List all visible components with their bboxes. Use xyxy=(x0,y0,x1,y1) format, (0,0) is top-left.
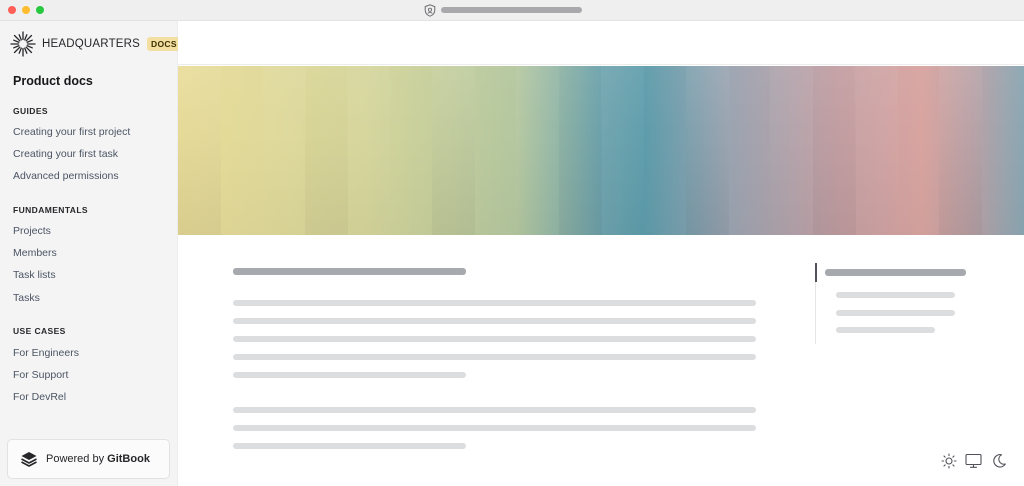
text-line-placeholder xyxy=(233,300,756,306)
close-window-button[interactable] xyxy=(8,6,16,14)
toc-heading-placeholder[interactable] xyxy=(825,269,966,276)
section-heading-fundamentals: FUNDAMENTALS xyxy=(13,205,88,215)
nav-item-advanced-permissions[interactable]: Advanced permissions xyxy=(13,170,119,182)
nav-item-for-engineers[interactable]: For Engineers xyxy=(13,347,79,359)
toc-divider xyxy=(815,282,816,344)
brand-name: HEADQUARTERS xyxy=(42,38,141,50)
toc-item-placeholder[interactable] xyxy=(836,310,955,316)
nav-item-tasks[interactable]: Tasks xyxy=(13,292,40,304)
toc-item-placeholder[interactable] xyxy=(836,292,955,298)
brand[interactable]: HEADQUARTERS DOCS xyxy=(10,31,181,57)
text-line-placeholder xyxy=(233,318,756,324)
nav-item-for-devrel[interactable]: For DevRel xyxy=(13,391,66,403)
text-line-placeholder xyxy=(233,354,756,360)
toc-active-indicator xyxy=(815,263,817,282)
text-line-placeholder xyxy=(233,443,466,449)
page-header xyxy=(178,21,1024,65)
minimize-window-button[interactable] xyxy=(22,6,30,14)
cover-image xyxy=(178,66,1024,235)
text-line-placeholder xyxy=(233,425,756,431)
sun-icon xyxy=(940,452,957,469)
system-theme-button[interactable] xyxy=(965,452,982,469)
powered-by-gitbook-button[interactable]: Powered by GitBook xyxy=(7,439,170,479)
nav-item-projects[interactable]: Projects xyxy=(13,225,51,237)
monitor-icon xyxy=(965,453,982,468)
light-theme-button[interactable] xyxy=(940,452,957,469)
address-bar[interactable] xyxy=(441,7,582,13)
maximize-window-button[interactable] xyxy=(36,6,44,14)
gitbook-icon xyxy=(21,452,37,467)
nav-item-creating-first-project[interactable]: Creating your first project xyxy=(13,126,130,138)
window-titlebar xyxy=(0,0,1024,21)
nav-item-for-support[interactable]: For Support xyxy=(13,369,68,381)
toc-item-placeholder[interactable] xyxy=(836,327,935,333)
dark-theme-button[interactable] xyxy=(990,452,1007,469)
nav-item-members[interactable]: Members xyxy=(13,247,57,259)
section-heading-use-cases: USE CASES xyxy=(13,326,66,336)
text-line-placeholder xyxy=(233,336,756,342)
text-line-placeholder xyxy=(233,372,466,378)
page-title-placeholder xyxy=(233,268,466,275)
space-title: Product docs xyxy=(13,74,93,88)
shield-icon xyxy=(424,4,436,17)
theme-toggle xyxy=(940,452,1007,469)
gitbook-label: GitBook xyxy=(107,453,150,465)
nav-item-creating-first-task[interactable]: Creating your first task xyxy=(13,148,118,160)
nav-item-task-lists[interactable]: Task lists xyxy=(13,269,56,281)
text-line-placeholder xyxy=(233,407,756,413)
docs-badge: DOCS xyxy=(147,37,181,51)
sunburst-logo-icon xyxy=(10,31,36,57)
section-heading-guides: GUIDES xyxy=(13,106,48,116)
powered-by-label: Powered by xyxy=(46,453,108,465)
sidebar: HEADQUARTERS DOCS Product docs GUIDES Cr… xyxy=(0,21,181,486)
moon-icon xyxy=(992,453,1006,468)
